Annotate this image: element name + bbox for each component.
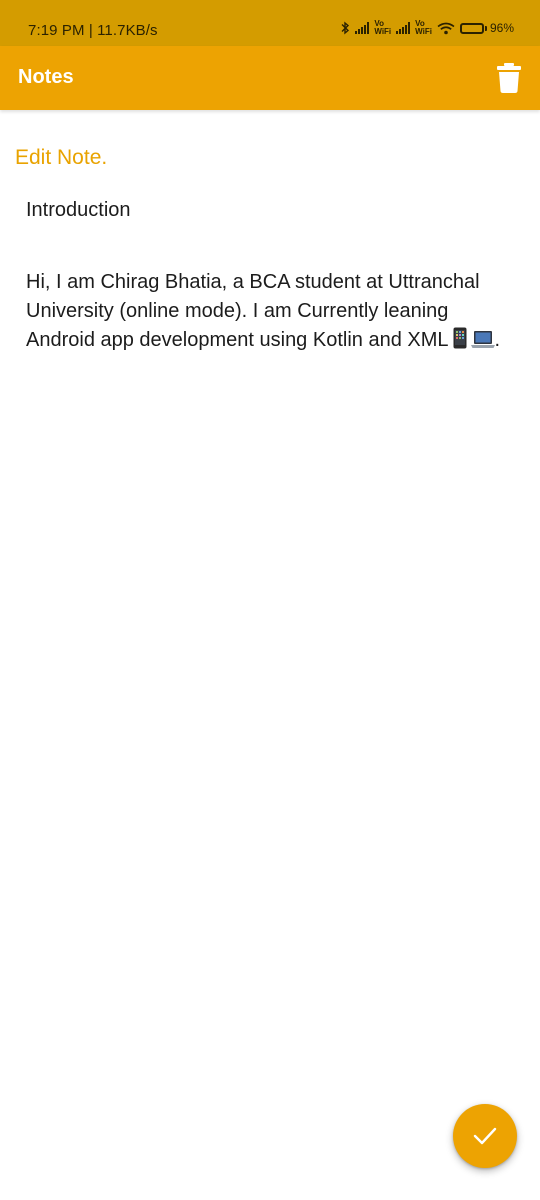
bluetooth-icon xyxy=(341,21,350,35)
status-bar: 7:19 PM | 11.7KB/s Vo WiFi Vo WiFi 96% xyxy=(0,0,540,46)
battery-icon: 96% xyxy=(459,21,514,35)
vowifi-label: Vo WiFi xyxy=(374,20,391,36)
delete-note-button[interactable] xyxy=(496,62,522,94)
note-body-text: Hi, I am Chirag Bhatia, a BCA student at… xyxy=(26,271,486,351)
screen: 7:19 PM | 11.7KB/s Vo WiFi Vo WiFi 96% N… xyxy=(0,0,540,1200)
signal-icon-2 xyxy=(396,22,411,34)
note-body-suffix: . xyxy=(494,329,501,351)
vowifi-bottom-2: WiFi xyxy=(415,27,432,36)
wifi-icon xyxy=(437,22,455,34)
save-note-fab[interactable] xyxy=(453,1104,517,1168)
check-icon xyxy=(473,1127,497,1145)
trash-icon xyxy=(497,63,521,93)
signal-icon xyxy=(355,22,370,34)
vowifi-label-2: Vo WiFi xyxy=(415,20,432,36)
note-title-input[interactable] xyxy=(26,199,506,222)
edit-note-heading: Edit Note. xyxy=(15,146,108,169)
battery-level: 96% xyxy=(489,21,514,35)
vowifi-bottom: WiFi xyxy=(374,27,392,36)
mobile-phone-icon xyxy=(453,327,467,358)
app-title: Notes xyxy=(18,66,74,88)
app-bar: Notes xyxy=(0,46,540,110)
laptop-icon xyxy=(470,329,495,358)
note-body-input[interactable]: Hi, I am Chirag Bhatia, a BCA student at… xyxy=(26,268,506,358)
status-time: 7:19 PM | 11.7KB/s xyxy=(28,22,158,39)
status-icons: Vo WiFi Vo WiFi 96% xyxy=(340,20,514,36)
